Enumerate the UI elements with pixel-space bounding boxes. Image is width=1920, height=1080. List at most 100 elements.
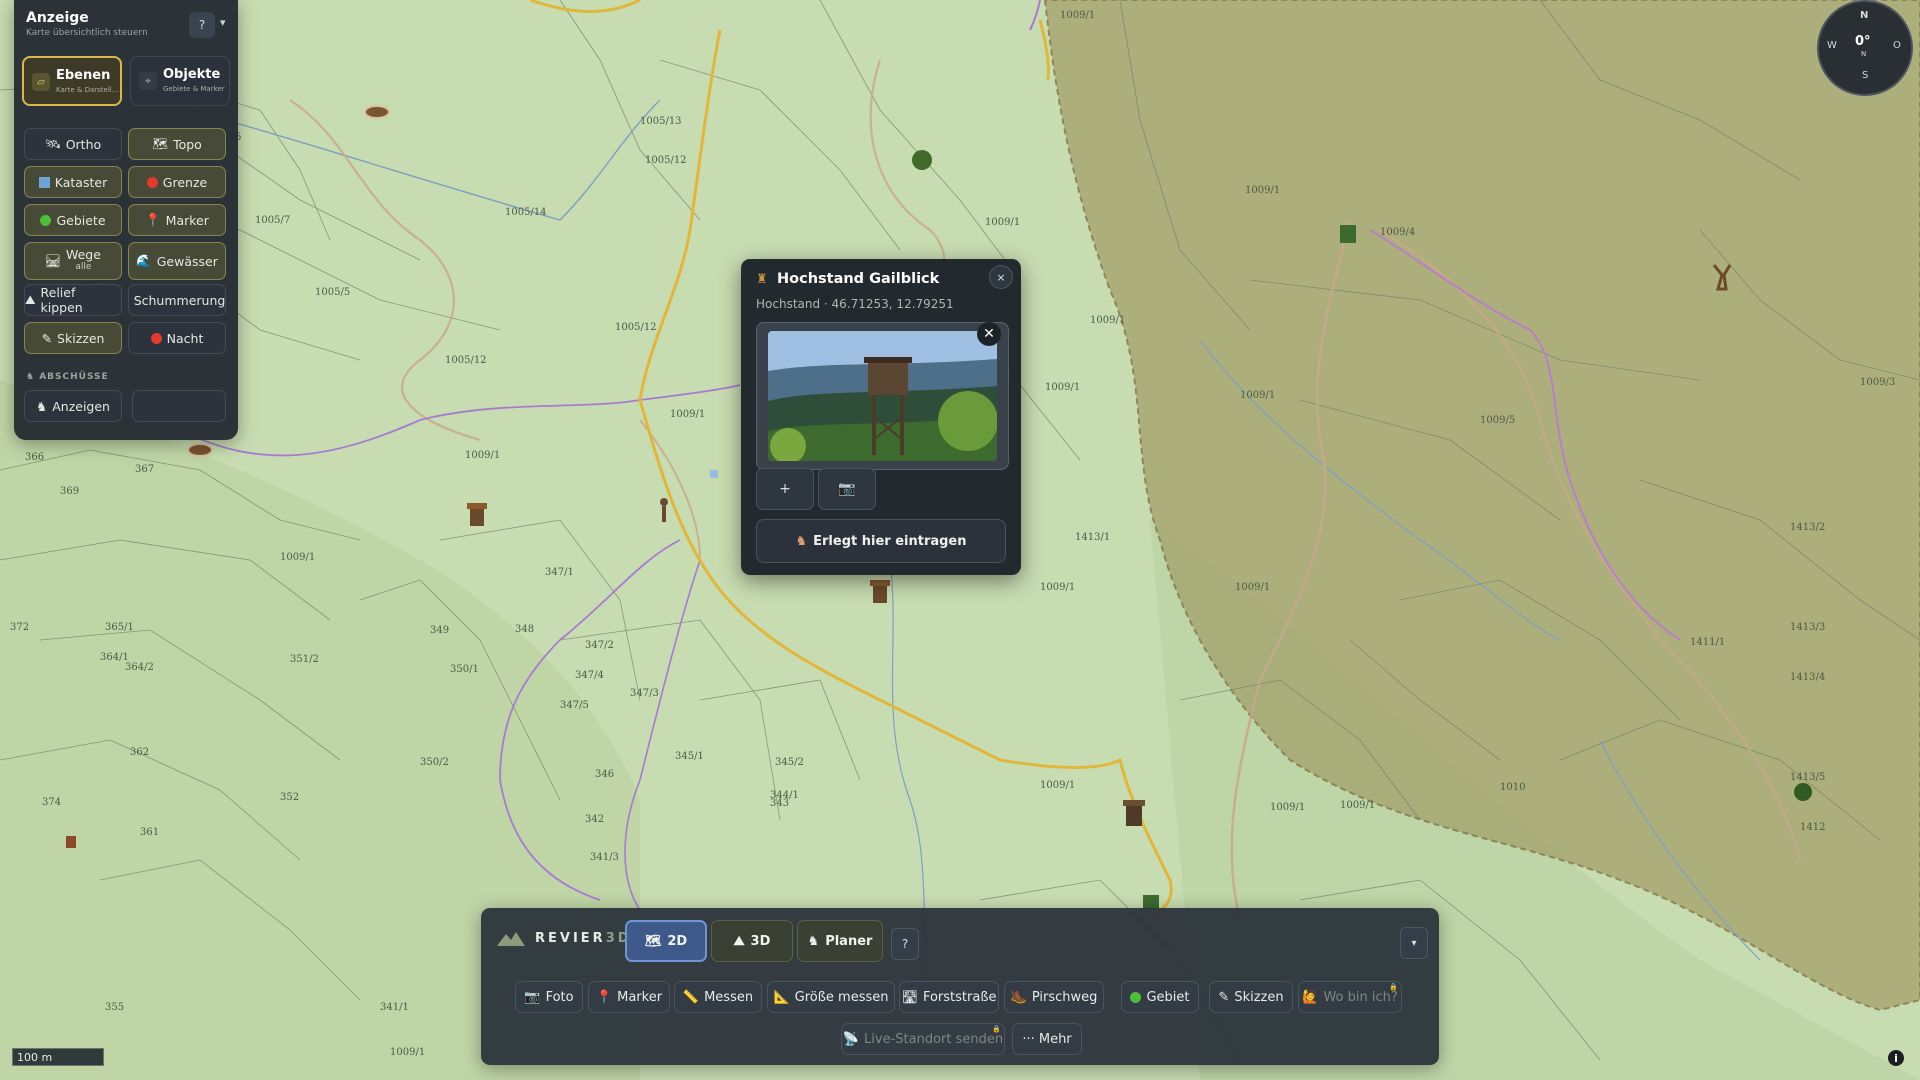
tool-foto-button[interactable]: 📷 Foto bbox=[515, 981, 583, 1013]
layer-gewaesser-button[interactable]: 🌊 Gewässer bbox=[128, 242, 226, 280]
parcel-number-label: 1005/12 bbox=[445, 355, 487, 366]
parcel-number-label: 1009/1 bbox=[1060, 10, 1095, 21]
add-photo-button[interactable]: + bbox=[756, 468, 814, 510]
hillshade-button[interactable]: Schummerung bbox=[128, 284, 226, 316]
parcel-number-label: 1411/1 bbox=[1690, 637, 1725, 648]
parcel-number-label: 1009/1 bbox=[280, 552, 315, 563]
parcel-number-label: 1413/1 bbox=[1075, 532, 1110, 543]
parcel-number-label: 1005/13 bbox=[640, 116, 682, 127]
tool-groesse-messen-button[interactable]: 📐 Größe messen bbox=[767, 981, 895, 1013]
help-button[interactable]: ? bbox=[189, 12, 215, 38]
feeder-icon bbox=[187, 443, 213, 457]
view-3d-button[interactable]: ⛰ 3D bbox=[711, 920, 793, 962]
parcel-number-label: 1009/1 bbox=[1045, 382, 1080, 393]
tool-label: Marker bbox=[617, 989, 663, 1005]
deer-icon: ♞ bbox=[807, 933, 820, 949]
parcel-number-label: 347/4 bbox=[575, 670, 604, 681]
layer-label: Anzeigen bbox=[52, 398, 110, 414]
parcel-number-label: 1009/5 bbox=[1480, 415, 1515, 426]
parcel-number-label: 1009/1 bbox=[985, 217, 1020, 228]
logo-mountain-icon bbox=[497, 932, 525, 946]
parcel-number-label: 347/3 bbox=[630, 688, 659, 699]
parcel-number-label: 349 bbox=[430, 625, 449, 636]
parcel-number-label: 343 bbox=[770, 798, 789, 809]
tool-label: Foto bbox=[545, 989, 574, 1005]
parcel-number-label: 348 bbox=[515, 624, 534, 635]
water-icon: 🌊 bbox=[136, 253, 152, 268]
tab-objekte[interactable]: ⌖ Objekte Gebiete & Marker bbox=[130, 56, 230, 106]
tab-label: Ebenen bbox=[56, 68, 111, 83]
abschuesse-show-button[interactable]: ♞ Anzeigen bbox=[24, 390, 122, 422]
parcel-number-label: 1005/12 bbox=[615, 322, 657, 333]
parcel-number-label: 342 bbox=[585, 814, 604, 825]
layer-label: Gebiete bbox=[56, 212, 106, 228]
layer-grenze-button[interactable]: Grenze bbox=[128, 166, 226, 198]
panel-subtitle: Karte übersichtlich steuern bbox=[26, 28, 148, 38]
tree-icon bbox=[912, 150, 932, 170]
tool-forststrasse-button[interactable]: 🛣 Forststraße bbox=[899, 981, 999, 1013]
tool-skizzen-button[interactable]: ✎ Skizzen bbox=[1209, 981, 1293, 1013]
camera-button[interactable]: 📷 bbox=[818, 468, 876, 510]
layer-marker-button[interactable]: 📍 Marker bbox=[128, 204, 226, 236]
display-panel: Anzeige Karte übersichtlich steuern ? ▾ … bbox=[14, 0, 238, 440]
tool-marker-button[interactable]: 📍 Marker bbox=[588, 981, 670, 1013]
layer-kataster-button[interactable]: Kataster bbox=[24, 166, 122, 198]
compass-north: N bbox=[1860, 10, 1869, 21]
parcel-number-label: 1005/7 bbox=[255, 215, 290, 226]
photo-remove-icon[interactable]: ✕ bbox=[977, 322, 1001, 346]
parcel-number-label: 374 bbox=[42, 797, 61, 808]
objects-icon: ⌖ bbox=[139, 72, 157, 90]
pin-icon: 📍 bbox=[595, 989, 613, 1005]
parcel-number-label: 1009/1 bbox=[1270, 802, 1305, 813]
relief-tilt-button[interactable]: ⛰ Relief kippen bbox=[24, 284, 122, 316]
layer-ortho-button[interactable]: 🛰 Ortho bbox=[24, 128, 122, 160]
path-icon: 🛤 bbox=[45, 253, 61, 268]
collapse-chevron-icon[interactable]: ▾ bbox=[1400, 927, 1428, 959]
view-planer-button[interactable]: ♞ Planer bbox=[797, 920, 883, 962]
view-2d-button[interactable]: 🗺 2D bbox=[625, 920, 707, 962]
parcel-number-label: 350/1 bbox=[450, 664, 479, 675]
compass[interactable]: N S W O 0° N bbox=[1817, 0, 1913, 96]
info-icon[interactable]: i bbox=[1888, 1050, 1904, 1066]
compass-heading: 0° bbox=[1855, 34, 1871, 49]
tab-ebenen[interactable]: ▱ Ebenen Karte & Darstell... bbox=[22, 56, 122, 106]
parcel-number-label: 345/2 bbox=[775, 757, 804, 768]
layer-wege-button[interactable]: 🛤 Wege alle bbox=[24, 242, 122, 280]
layer-label: Kataster bbox=[54, 174, 108, 190]
layer-topo-button[interactable]: 🗺 Topo bbox=[128, 128, 226, 160]
tool-label: Messen bbox=[704, 989, 754, 1005]
person-marker-icon bbox=[66, 836, 76, 848]
tab-sublabel: Karte & Darstell... bbox=[56, 86, 119, 94]
green-dot-icon bbox=[1130, 991, 1142, 1003]
section-label: ABSCHÜSSE bbox=[39, 372, 109, 382]
pencil-icon: ✎ bbox=[41, 330, 53, 346]
close-icon[interactable]: × bbox=[989, 265, 1013, 289]
bottom-toolbar: REVIER3D 🗺 2D ⛰ 3D ♞ Planer ? ▾ 📷 Foto 📍 Mark… bbox=[481, 908, 1439, 1065]
tool-pirschweg-button[interactable]: 🥾 Pirschweg bbox=[1004, 981, 1104, 1013]
record-kill-button[interactable]: ♞ Erlegt hier eintragen bbox=[756, 519, 1006, 563]
tool-messen-button[interactable]: 📏 Messen bbox=[674, 981, 762, 1013]
tool-gebiet-button[interactable]: Gebiet bbox=[1121, 981, 1199, 1013]
compass-south: S bbox=[1862, 70, 1869, 81]
parcel-number-label: 351/2 bbox=[290, 654, 319, 665]
layer-gebiete-button[interactable]: Gebiete bbox=[24, 204, 122, 236]
photo-thumbnail[interactable] bbox=[756, 322, 1009, 470]
more-button[interactable]: ··· Mehr bbox=[1012, 1023, 1082, 1055]
tool-wo-bin-ich-button[interactable]: 🙋 Wo bin ich? 🔒 bbox=[1298, 981, 1402, 1013]
popup-subtitle: Hochstand · 46.71253, 12.79251 bbox=[756, 297, 954, 311]
parcel-number-label: 1009/3 bbox=[1860, 377, 1895, 388]
live-location-button[interactable]: 📡 Live-Standort senden 🔒 bbox=[841, 1023, 1005, 1055]
layer-label: Ortho bbox=[65, 136, 102, 152]
tab-sublabel: Gebiete & Marker bbox=[163, 85, 225, 93]
layer-label: Schummerung bbox=[133, 292, 226, 308]
pencil-icon: ✎ bbox=[1218, 989, 1230, 1005]
parcel-number-label: 364/2 bbox=[125, 662, 154, 673]
parcel-number-label: 1413/4 bbox=[1790, 672, 1825, 683]
abschuesse-empty-button[interactable] bbox=[132, 390, 226, 422]
help-button[interactable]: ? bbox=[891, 928, 919, 960]
layer-skizzen-button[interactable]: ✎ Skizzen bbox=[24, 322, 122, 354]
collapse-chevron-icon[interactable]: ▾ bbox=[220, 16, 226, 29]
brand-text: REVIER bbox=[535, 930, 606, 946]
parcel-number-label: 367 bbox=[135, 464, 154, 475]
night-mode-button[interactable]: Nacht bbox=[128, 322, 226, 354]
